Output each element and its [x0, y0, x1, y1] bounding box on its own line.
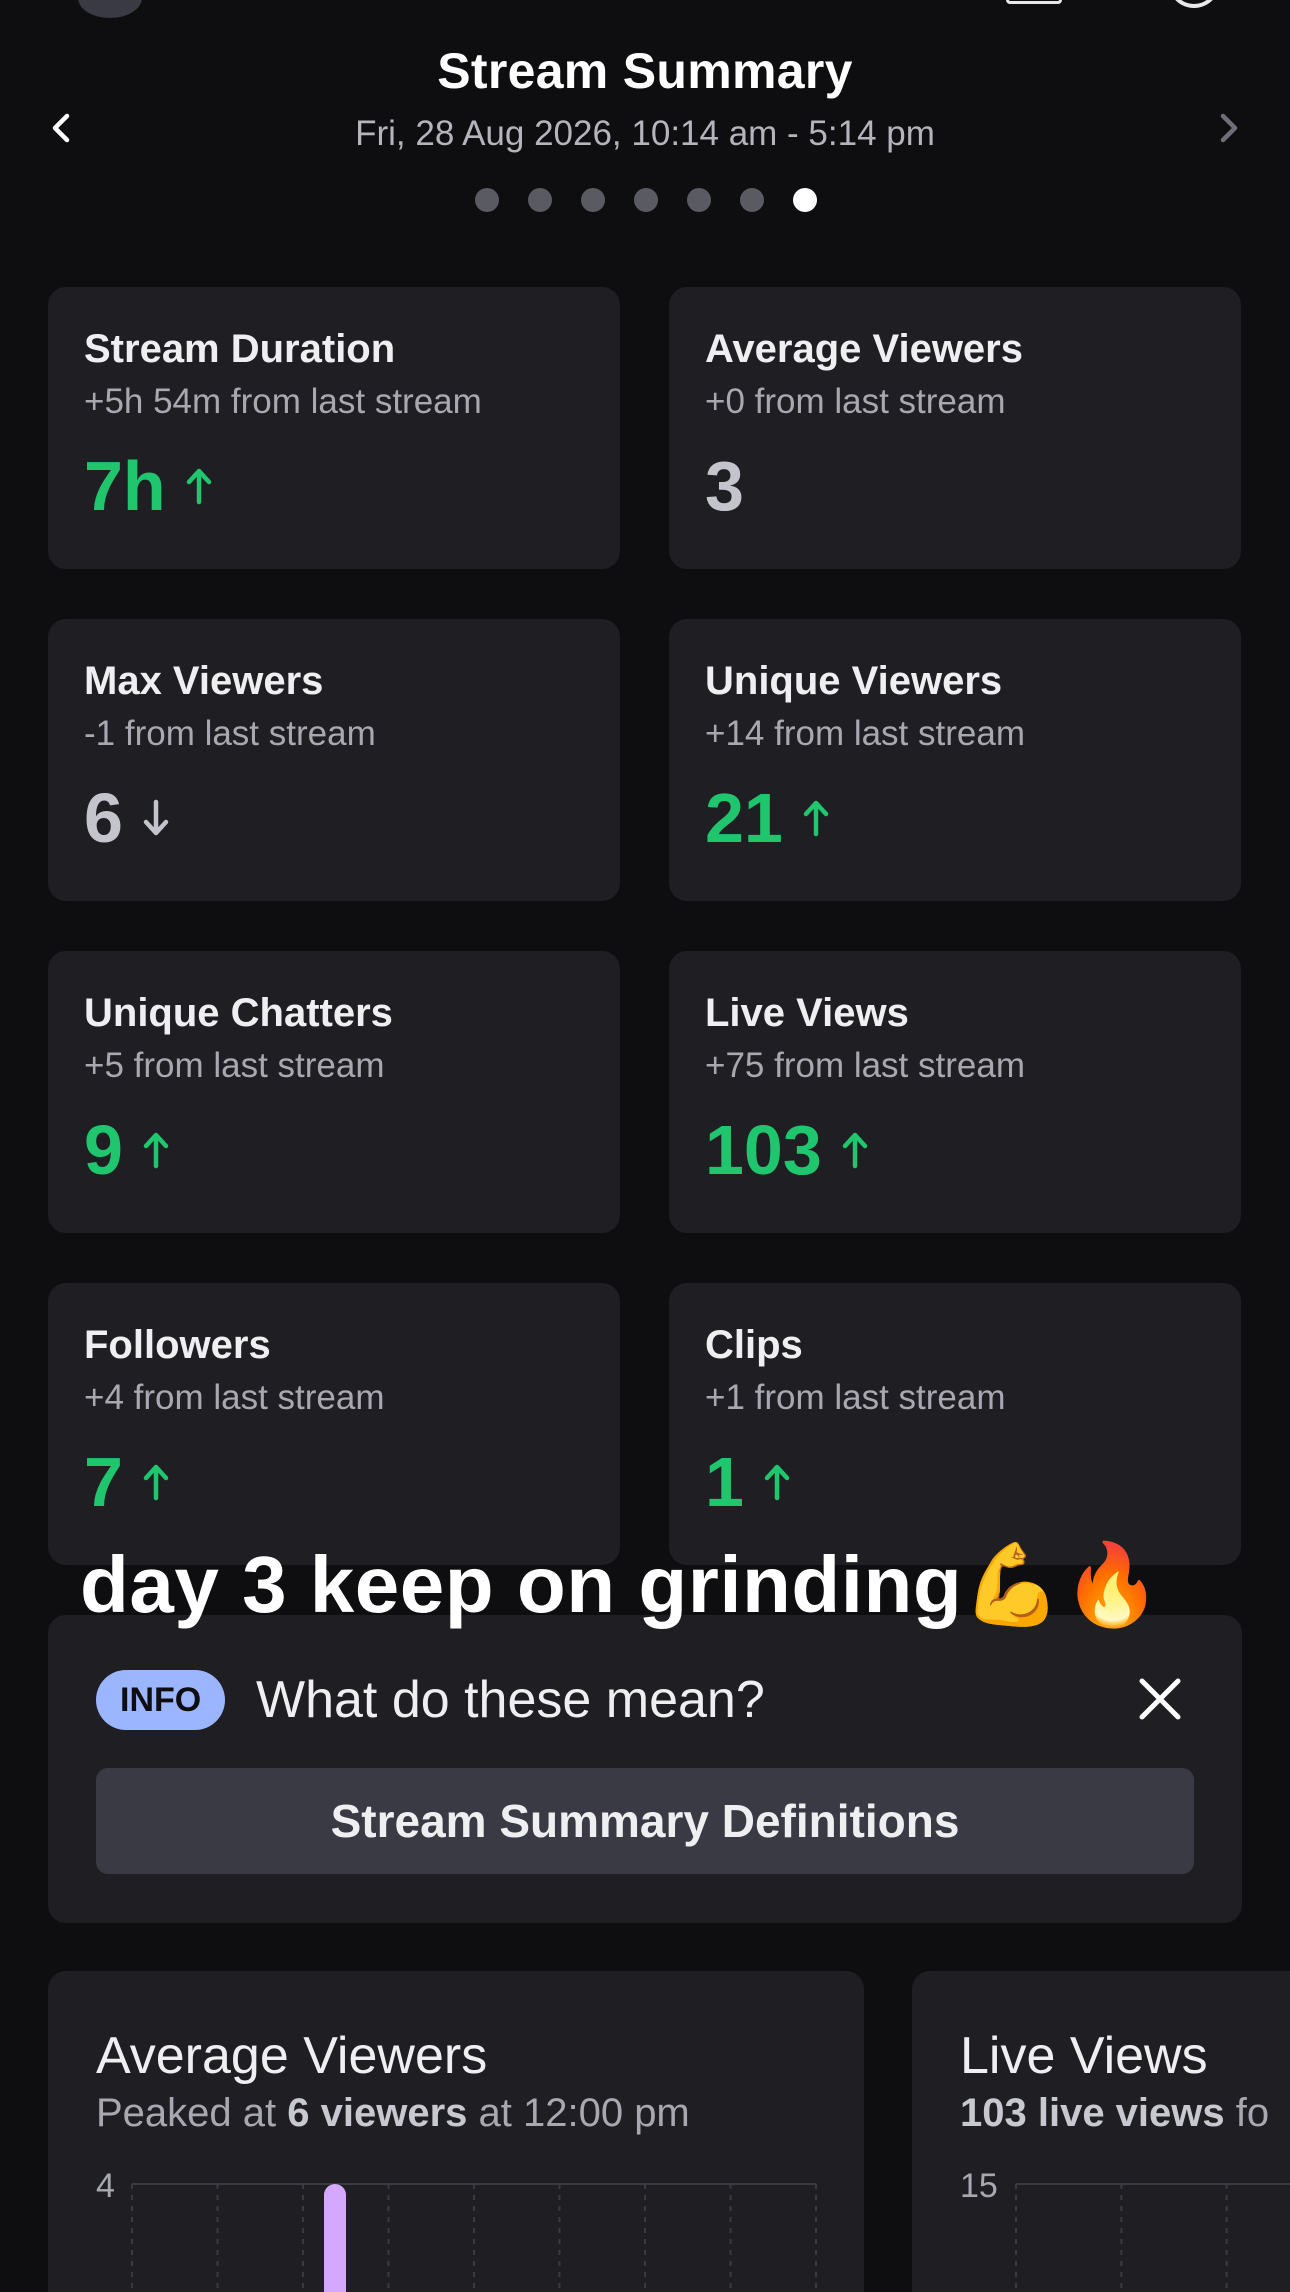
stat-card-clips: Clips +1 from last stream 1 [669, 1283, 1241, 1565]
page-dot[interactable] [634, 188, 658, 212]
page-dot[interactable] [528, 188, 552, 212]
stat-title: Followers [84, 1323, 271, 1367]
stat-title: Unique Chatters [84, 991, 393, 1035]
stat-delta: +75 from last stream [705, 1046, 1025, 1085]
chart-plot [1015, 2183, 1290, 2292]
stat-value: 9 [84, 1111, 123, 1189]
arrow-up-icon [141, 1462, 171, 1502]
stat-card-followers: Followers +4 from last stream 7 [48, 1283, 620, 1565]
stat-card-average-viewers: Average Viewers +0 from last stream 3 [669, 287, 1241, 569]
stat-title: Stream Duration [84, 327, 396, 371]
page-dot[interactable] [793, 188, 817, 212]
stat-delta: -1 from last stream [84, 714, 376, 753]
page-dot[interactable] [475, 188, 499, 212]
stat-title: Unique Viewers [705, 659, 1003, 703]
stat-value: 7h [84, 447, 166, 525]
arrow-down-icon [141, 798, 171, 838]
arrow-up-icon [840, 1130, 870, 1170]
stat-title: Clips [705, 1323, 803, 1367]
page-dot[interactable] [740, 188, 764, 212]
caption-overlay: day 3 keep on grinding💪🔥 [80, 1540, 1163, 1629]
stream-date-range: Fri, 28 Aug 2026, 10:14 am - 5:14 pm [355, 114, 935, 153]
info-badge: INFO [96, 1670, 226, 1730]
info-question: What do these mean? [256, 1671, 765, 1729]
stat-value: 1 [705, 1443, 744, 1521]
chevron-left-icon[interactable] [42, 108, 82, 148]
stat-delta: +1 from last stream [705, 1378, 1006, 1417]
page-indicator [475, 188, 817, 212]
arrow-up-icon [184, 466, 214, 506]
info-card: INFO What do these mean? Stream Summary … [48, 1615, 1242, 1923]
avatar[interactable] [78, 0, 142, 18]
arrow-up-icon [762, 1462, 792, 1502]
chart-bar [324, 2184, 346, 2292]
stat-value: 3 [705, 447, 744, 525]
stat-value: 21 [705, 779, 783, 857]
chevron-right-icon[interactable] [1208, 108, 1248, 148]
arrow-up-icon [801, 798, 831, 838]
arrow-up-icon [141, 1130, 171, 1170]
stat-title: Live Views [705, 991, 909, 1035]
stat-value: 6 [84, 779, 123, 857]
page-dot[interactable] [687, 188, 711, 212]
chart-card-average-viewers: Average Viewers Peaked at 6 viewers at 1… [48, 1971, 864, 2292]
stat-card-max-viewers: Max Viewers -1 from last stream 6 [48, 619, 620, 901]
stat-value: 7 [84, 1443, 123, 1521]
toolbar-icon[interactable] [1006, 0, 1062, 4]
page-dot[interactable] [581, 188, 605, 212]
chart-plot [131, 2183, 817, 2292]
stat-card-unique-viewers: Unique Viewers +14 from last stream 21 [669, 619, 1241, 901]
stat-card-live-views: Live Views +75 from last stream 103 [669, 951, 1241, 1233]
stat-delta: +14 from last stream [705, 714, 1025, 753]
stat-delta: +5h 54m from last stream [84, 382, 482, 421]
toolbar-icon[interactable] [1168, 0, 1220, 8]
stat-title: Average Viewers [705, 327, 1023, 371]
stat-delta: +4 from last stream [84, 1378, 385, 1417]
stat-delta: +0 from last stream [705, 382, 1006, 421]
page-title: Stream Summary [437, 43, 853, 99]
summary-header: Stream Summary Fri, 28 Aug 2026, 10:14 a… [0, 42, 1290, 154]
close-icon[interactable] [1136, 1675, 1184, 1723]
chart-card-live-views: Live Views 103 live views fo 15 [912, 1971, 1290, 2292]
stat-card-unique-chatters: Unique Chatters +5 from last stream 9 [48, 951, 620, 1233]
stat-delta: +5 from last stream [84, 1046, 385, 1085]
stat-title: Max Viewers [84, 659, 324, 703]
stat-value: 103 [705, 1111, 822, 1189]
stat-card-stream-duration: Stream Duration +5h 54m from last stream… [48, 287, 620, 569]
definitions-button[interactable]: Stream Summary Definitions [96, 1768, 1194, 1874]
